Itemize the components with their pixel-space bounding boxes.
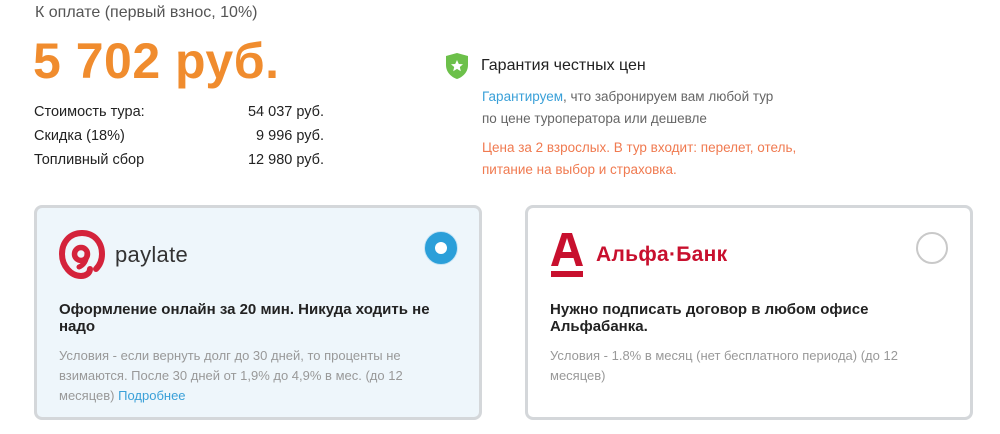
guarantee-text: Гарантируем, что забронируем вам любой т… xyxy=(482,86,782,130)
option-conditions: Условия - если вернуть долг до 30 дней, … xyxy=(59,346,439,406)
cost-label: Скидка (18%) xyxy=(34,128,125,144)
option-conditions-text: Условия - если вернуть долг до 30 дней, … xyxy=(59,348,403,403)
cost-row-discount: Скидка (18%) 9 996 руб. xyxy=(34,124,324,148)
alfabank-radio[interactable] xyxy=(916,232,948,264)
cost-row-fuel: Топливный сбор 12 980 руб. xyxy=(34,148,324,172)
cost-value: 12 980 руб. xyxy=(247,152,324,168)
alfabank-logo: Альфа·Банк xyxy=(550,230,727,280)
paylate-radio[interactable] xyxy=(425,232,457,264)
paylate-logo: paylate xyxy=(59,230,188,280)
guarantee-title: Гарантия честных цен xyxy=(481,57,646,74)
alfabank-logo-icon xyxy=(551,233,583,277)
cost-value: 54 037 руб. xyxy=(247,104,324,120)
alfabank-logo-text: Альфа·Банк xyxy=(596,243,728,266)
option-conditions: Условия - 1.8% в месяц (нет бесплатного … xyxy=(550,348,898,383)
cost-breakdown: Стоимость тура: 54 037 руб. Скидка (18%)… xyxy=(34,100,324,172)
cost-value: 9 996 руб. xyxy=(256,128,324,144)
payment-title: К оплате (первый взнос, 10%) xyxy=(35,4,258,21)
cost-label: Стоимость тура: xyxy=(34,104,145,120)
price-note: Цена за 2 взрослых. В тур входит: переле… xyxy=(482,140,797,177)
more-link[interactable]: Подробнее xyxy=(118,388,185,403)
payment-amount: 5 702 руб. xyxy=(33,33,280,89)
guarantee-link[interactable]: Гарантируем xyxy=(482,89,563,104)
option-heading: Оформление онлайн за 20 мин. Никуда ходи… xyxy=(59,301,430,335)
paylate-logo-icon xyxy=(59,230,105,280)
shield-star-icon xyxy=(446,53,468,79)
option-heading: Нужно подписать договор в любом офисе Ал… xyxy=(550,301,869,335)
payment-option-paylate[interactable]: paylate Оформление онлайн за 20 мин. Ник… xyxy=(34,205,482,420)
paylate-logo-text: paylate xyxy=(115,242,189,267)
cost-row-tour: Стоимость тура: 54 037 руб. xyxy=(34,100,324,124)
cost-label: Топливный сбор xyxy=(34,152,145,168)
payment-option-alfabank[interactable]: Альфа·Банк Нужно подписать договор в люб… xyxy=(525,205,973,420)
price-guarantee: Гарантия честных цен Гарантируем, что за… xyxy=(445,52,845,130)
